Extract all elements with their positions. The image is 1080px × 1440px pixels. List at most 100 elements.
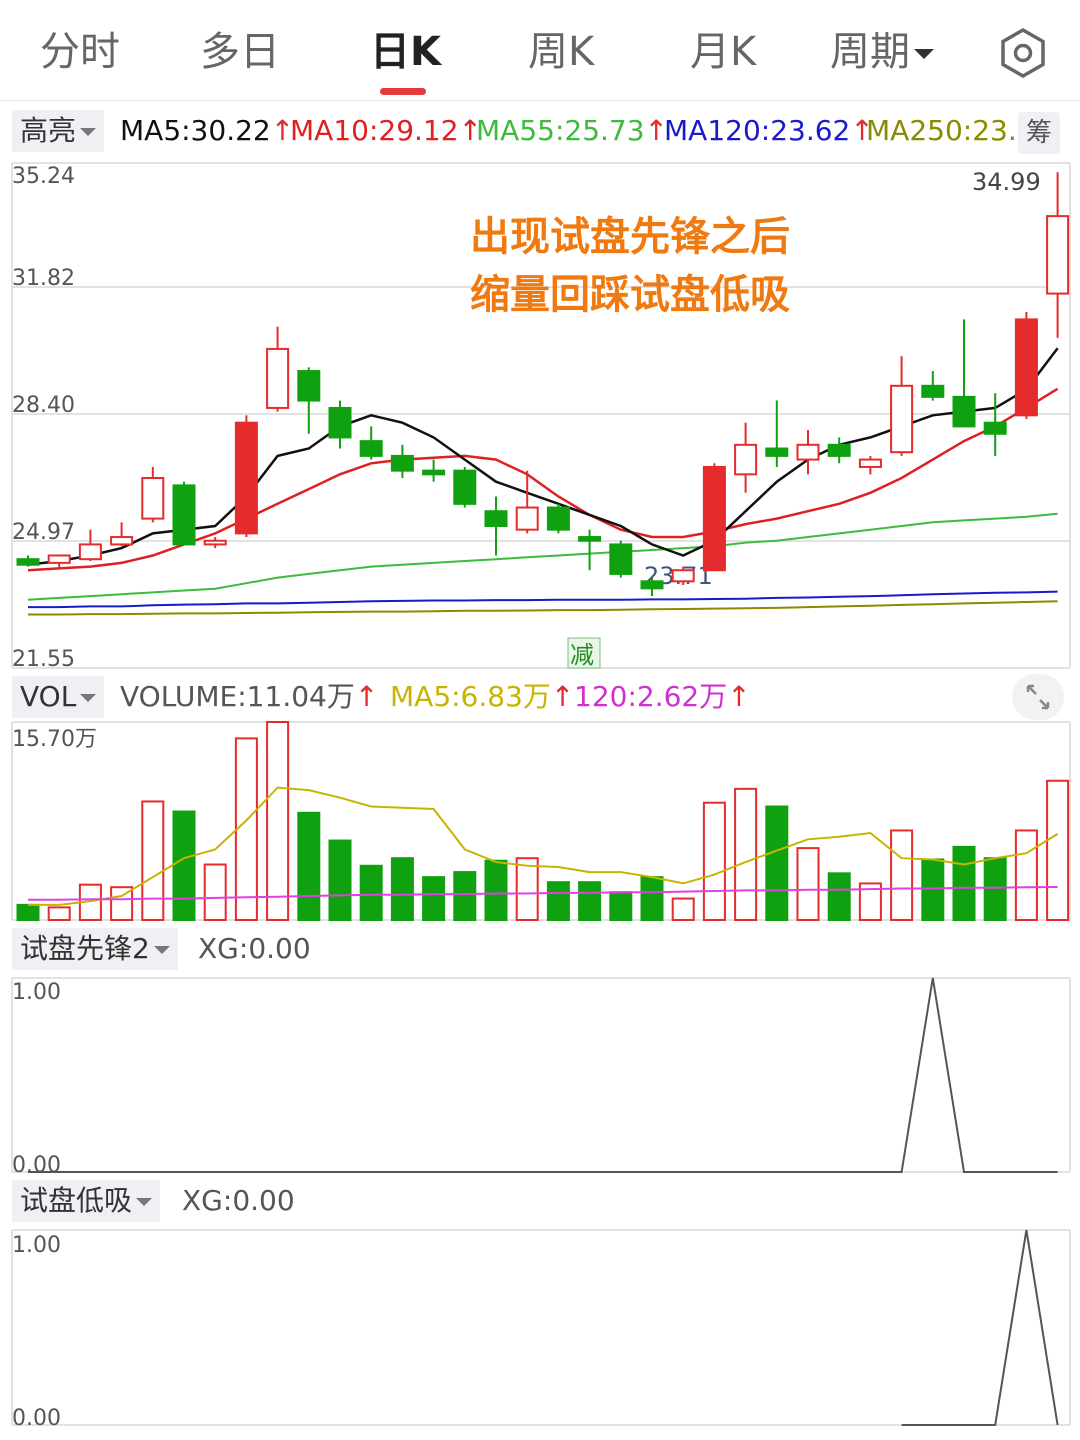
price-axis-label-bottom: 21.55	[12, 647, 75, 672]
reduce-holding-badge: 减	[570, 641, 594, 669]
candle-body	[796, 443, 820, 461]
candle	[640, 577, 664, 597]
candle-body	[328, 406, 352, 439]
candle	[765, 400, 789, 467]
candle-body	[359, 440, 383, 457]
volume-bar	[234, 737, 258, 921]
candle-body	[983, 421, 1007, 435]
candle	[578, 529, 602, 571]
volume-bar	[765, 805, 789, 922]
candle	[796, 430, 820, 475]
candle-body	[858, 458, 882, 468]
volume-bar	[702, 801, 726, 921]
high-price-label: 34.99	[972, 168, 1041, 196]
volume-bar	[359, 864, 383, 921]
xg2-axis-label-bottom: 0.00	[12, 1406, 61, 1431]
candle	[734, 422, 758, 493]
candle	[47, 554, 71, 569]
candle-body	[827, 443, 851, 457]
candle-body	[921, 384, 945, 398]
candle-body	[453, 469, 477, 505]
candle-body	[141, 477, 165, 520]
candle	[671, 566, 695, 586]
volume-bar	[734, 787, 758, 921]
price-axis-label-3: 28.40	[12, 393, 75, 418]
candle	[234, 415, 258, 538]
volume-bar	[890, 829, 914, 922]
annotation-line-2: 缩量回踩试盘低吸	[470, 272, 790, 318]
candle-body	[234, 421, 258, 535]
candle	[16, 555, 40, 567]
volume-bar	[453, 871, 477, 921]
volume-bar	[546, 881, 570, 921]
candle-body	[578, 536, 602, 542]
xg2-axis-label-top: 1.00	[12, 1233, 61, 1258]
candle-body	[78, 543, 102, 561]
volume-bar	[203, 863, 227, 922]
candle	[328, 400, 352, 449]
candle	[78, 529, 102, 562]
candle	[141, 466, 165, 523]
xg1-signal-line	[28, 977, 1058, 1173]
candle-body	[390, 454, 414, 472]
xg-lines	[28, 977, 1059, 1426]
candle-body	[1046, 215, 1070, 295]
candle-body	[609, 543, 633, 575]
candle	[359, 426, 383, 460]
volume-bar	[671, 897, 695, 921]
candle-body	[203, 539, 227, 546]
candle-body	[172, 484, 196, 546]
candle	[702, 463, 726, 572]
candle	[921, 371, 945, 401]
candle-body	[702, 465, 726, 572]
price-axis-label-top: 35.24	[12, 164, 75, 189]
candle	[266, 326, 290, 412]
kline-chart[interactable]: 35.24 31.82 28.40 24.97 21.55 34.99 23.7…	[0, 0, 1080, 1440]
volume-bar	[983, 857, 1007, 921]
price-axis-label-2: 31.82	[12, 266, 75, 291]
volume-bar	[266, 721, 290, 921]
volume-bar	[422, 876, 446, 922]
volume-bar	[921, 858, 945, 921]
candle	[484, 496, 508, 556]
price-axis-label-4: 24.97	[12, 520, 75, 545]
candle	[297, 367, 321, 434]
candle-body	[890, 384, 914, 454]
volume-bar	[609, 891, 633, 921]
candle-body	[110, 536, 134, 546]
volume-axis-label-top: 15.70万	[12, 727, 97, 752]
candle	[890, 356, 914, 456]
candle	[110, 522, 134, 547]
candle-body	[671, 569, 695, 583]
volume-bar	[578, 881, 602, 921]
candle-body	[952, 395, 976, 428]
volume-bar	[515, 857, 539, 921]
candle	[858, 455, 882, 475]
volume-bar	[328, 839, 352, 922]
candle-body	[47, 554, 71, 564]
candle-body	[297, 370, 321, 402]
candle	[1014, 312, 1038, 420]
chart-grid	[11, 162, 1071, 1426]
candle-body	[422, 469, 446, 476]
candle-body	[546, 506, 570, 531]
candle	[203, 537, 227, 549]
candle-body	[734, 443, 758, 476]
candle-body	[266, 347, 290, 409]
ma250-line	[28, 600, 1058, 616]
volume-bar	[827, 872, 851, 922]
volume-bar	[1014, 829, 1038, 922]
candle-body	[515, 506, 539, 531]
candle-body	[16, 558, 40, 566]
xg1-axis-label-top: 1.00	[12, 980, 61, 1005]
volume-bar	[16, 903, 40, 922]
xg1-axis-label-bottom: 0.00	[12, 1153, 61, 1178]
candle-body	[1014, 318, 1038, 417]
candle	[422, 459, 446, 482]
volume-bar	[172, 810, 196, 921]
volume-bar	[47, 906, 71, 922]
candle	[827, 437, 851, 464]
volume-bar	[1046, 779, 1070, 921]
candle	[172, 481, 196, 546]
candle	[1046, 172, 1070, 338]
